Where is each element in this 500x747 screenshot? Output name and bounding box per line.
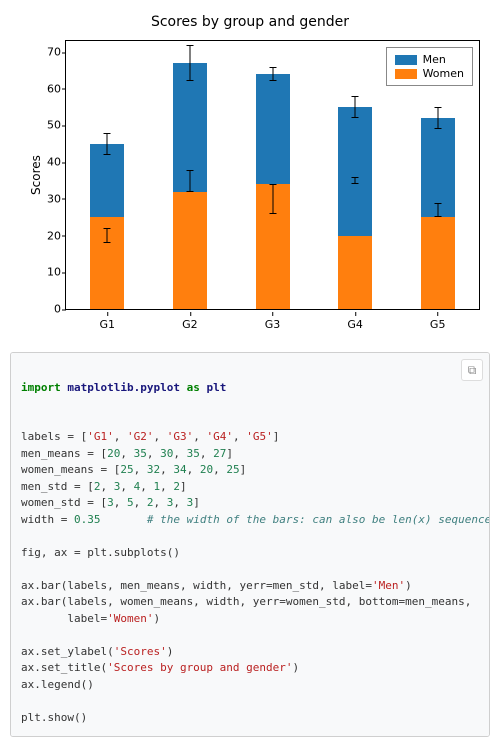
code-men-std: men_std = [ <box>21 480 94 493</box>
code-women-std: women_std = [ <box>21 496 107 509</box>
code-women-means: women_means = [ <box>21 463 120 476</box>
code-settitle: ax.set_title( <box>21 661 107 674</box>
legend-swatch-women <box>395 69 417 79</box>
errorbar-men <box>272 184 273 213</box>
code-labels: labels = [ <box>21 430 87 443</box>
errorbar-women <box>355 96 356 118</box>
errorbar-men <box>107 228 108 243</box>
y-tick: 70 <box>33 46 61 59</box>
copy-icon: ⧉ <box>468 361 477 379</box>
plot-area: Men Women 010203040506070G1G2G3G4G5 <box>65 40 480 310</box>
chart-container: Scores by group and gender Scores Men Wo… <box>10 10 490 340</box>
bar-group <box>173 63 207 309</box>
bar-men <box>256 74 290 184</box>
code-legend: ax.legend() <box>21 678 94 691</box>
y-tick: 50 <box>33 119 61 132</box>
errorbar-men <box>355 177 356 184</box>
y-tick: 10 <box>33 266 61 279</box>
y-tick: 60 <box>33 82 61 95</box>
y-tick: 30 <box>33 192 61 205</box>
x-tick: G5 <box>430 318 446 331</box>
module-name: matplotlib.pyplot <box>67 381 180 394</box>
legend-swatch-men <box>395 55 417 65</box>
bar-group <box>338 107 372 309</box>
code-subplots: fig, ax = plt.subplots() <box>21 546 180 559</box>
errorbar-women <box>437 107 438 129</box>
code-bar1: ax.bar(labels, men_means, width, yerr=me… <box>21 579 372 592</box>
bar-women <box>421 217 455 309</box>
code-cell: ⧉ import matplotlib.pyplot as plt labels … <box>10 352 490 737</box>
x-tick: G1 <box>100 318 116 331</box>
x-tick: G4 <box>347 318 363 331</box>
kw-import: import <box>21 381 61 394</box>
legend-label-women: Women <box>423 67 464 80</box>
bar-group <box>421 118 455 309</box>
code-bar2b: label= <box>21 612 107 625</box>
code-bar2a: ax.bar(labels, women_means, width, yerr=… <box>21 595 471 608</box>
legend-entry-men: Men <box>395 53 464 66</box>
bar-men <box>90 144 124 217</box>
code-comment: # the width of the bars: can also be len… <box>147 513 490 526</box>
errorbar-women <box>272 67 273 82</box>
code-setylabel: ax.set_ylabel( <box>21 645 114 658</box>
y-tick: 40 <box>33 156 61 169</box>
y-tick: 0 <box>33 303 61 316</box>
errorbar-women <box>107 133 108 155</box>
code-width: width = <box>21 513 74 526</box>
x-tick: G3 <box>265 318 281 331</box>
bar-group <box>90 144 124 309</box>
bar-men <box>338 107 372 235</box>
errorbar-men <box>437 203 438 218</box>
code-show: plt.show() <box>21 711 87 724</box>
legend-label-men: Men <box>423 53 446 66</box>
bar-group <box>256 74 290 309</box>
errorbar-women <box>189 45 190 82</box>
legend: Men Women <box>386 47 473 86</box>
copy-button[interactable]: ⧉ <box>461 359 483 381</box>
alias-plt: plt <box>206 381 226 394</box>
bar-women <box>173 192 207 309</box>
legend-entry-women: Women <box>395 67 464 80</box>
kw-as: as <box>187 381 200 394</box>
errorbar-men <box>189 170 190 192</box>
x-tick: G2 <box>182 318 198 331</box>
chart-title: Scores by group and gender <box>10 14 490 30</box>
code-men-means: men_means = [ <box>21 447 107 460</box>
bar-women <box>338 236 372 309</box>
y-tick: 20 <box>33 229 61 242</box>
